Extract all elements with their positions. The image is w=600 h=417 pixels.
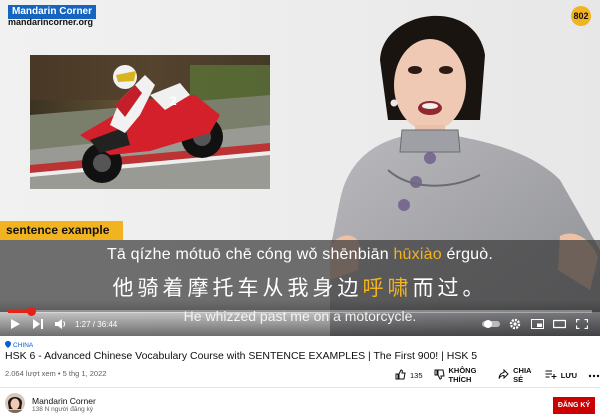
- subscribe-button[interactable]: ĐĂNG KÝ: [553, 397, 595, 414]
- like-button[interactable]: 135: [395, 368, 423, 382]
- miniplayer-icon[interactable]: [531, 316, 544, 332]
- progress-bar[interactable]: [8, 307, 592, 316]
- channel-name[interactable]: Mandarin Corner: [32, 396, 96, 406]
- share-button[interactable]: CHIA SẺ: [498, 366, 534, 384]
- subscriber-count: 138 N người đăng ký: [32, 406, 94, 413]
- share-label: CHIA SẺ: [513, 366, 532, 384]
- like-count: 135: [410, 370, 423, 380]
- more-horizontal-icon: [588, 371, 600, 380]
- playlist-add-icon: [545, 369, 557, 382]
- more-actions-button[interactable]: [588, 371, 600, 380]
- save-label: LƯU: [560, 370, 577, 380]
- channel-avatar[interactable]: [5, 393, 25, 413]
- action-bar: 135 KHÔNG THÍCH CHIA SẺ LƯU: [395, 366, 600, 384]
- theater-mode-icon[interactable]: [553, 316, 566, 332]
- svg-text:2: 2: [170, 94, 177, 108]
- location-pin-icon: [5, 341, 11, 350]
- thumbs-up-icon: [395, 368, 406, 382]
- autoplay-toggle[interactable]: [482, 316, 500, 332]
- video-player[interactable]: Mandarin Corner mandarincorner.org 802 2…: [0, 0, 600, 336]
- watermark-url: mandarincorner.org: [8, 17, 94, 27]
- dislike-button[interactable]: KHÔNG THÍCH: [434, 366, 488, 384]
- sentence-example-label: sentence example: [0, 221, 123, 240]
- control-bar: 1:27 / 36:44: [0, 316, 600, 332]
- dislike-label: KHÔNG THÍCH: [448, 366, 477, 384]
- hashtag-link[interactable]: CHINA: [5, 341, 33, 350]
- meta-separator: •: [57, 369, 61, 378]
- pinyin-subtitle: Tā qízhe mótuō chē cóng wǒ shēnbiān hūxi…: [0, 246, 600, 264]
- play-icon[interactable]: [10, 316, 21, 332]
- motorcycle-image: 2: [30, 55, 270, 189]
- share-icon: [498, 368, 509, 382]
- hanzi-highlight: 呼啸: [362, 277, 413, 300]
- save-button[interactable]: LƯU: [545, 369, 577, 382]
- hashtag-text: CHINA: [13, 342, 34, 349]
- thumbs-down-icon: [434, 369, 445, 382]
- time-display: 1:27 / 36:44: [75, 319, 118, 329]
- hanzi-subtitle: 他骑着摩托车从我身边呼啸而过。: [0, 272, 600, 302]
- divider: [0, 387, 600, 388]
- volume-icon[interactable]: [54, 316, 67, 332]
- upload-date: 5 thg 1, 2022: [62, 369, 107, 378]
- pinyin-before: Tā qízhe mótuō chē cóng wǒ shēnbiān: [106, 246, 394, 263]
- pinyin-highlight: hūxiào: [393, 246, 442, 263]
- fullscreen-icon[interactable]: [576, 316, 588, 332]
- view-count: 2.064 lượt xem: [5, 369, 56, 378]
- hanzi-after: 而过。: [412, 277, 488, 300]
- next-icon[interactable]: [32, 316, 44, 332]
- video-meta: 2.064 lượt xem • 5 thg 1, 2022: [5, 369, 106, 378]
- settings-icon[interactable]: [509, 316, 521, 332]
- hanzi-before: 他骑着摩托车从我身边: [112, 277, 363, 300]
- video-title: HSK 6 - Advanced Chinese Vocabulary Cour…: [5, 350, 478, 362]
- pinyin-after: érguò.: [441, 246, 494, 263]
